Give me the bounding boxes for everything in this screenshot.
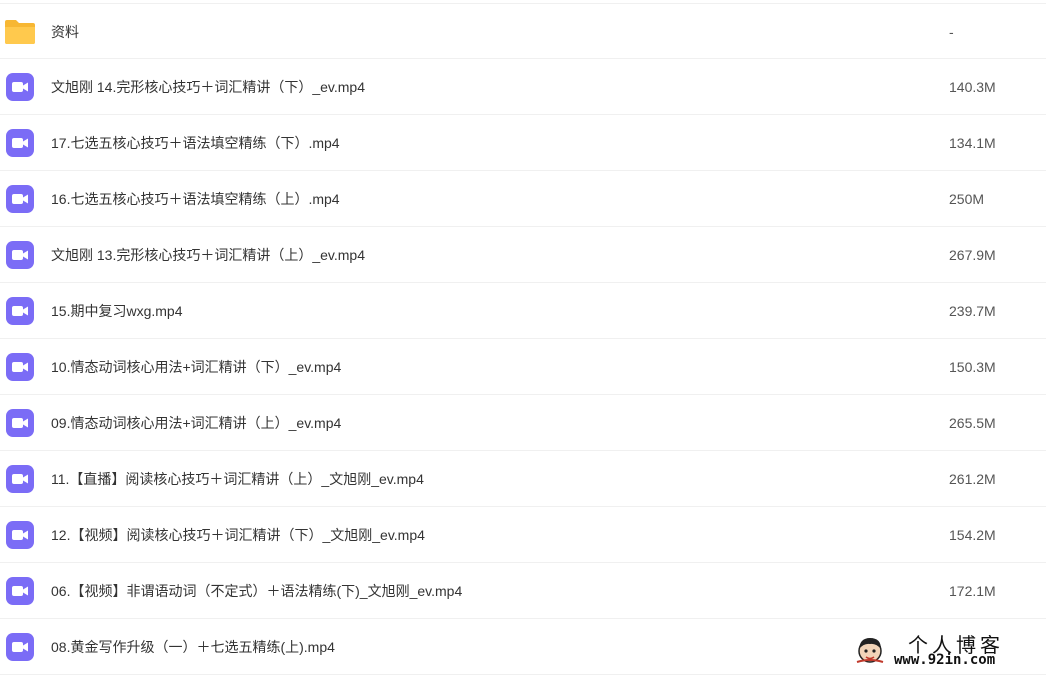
list-item[interactable]: 资料 - — [0, 3, 1046, 59]
file-name: 17.七选五核心技巧＋语法填空精练（下）.mp4 — [51, 135, 340, 151]
list-item[interactable]: 16.七选五核心技巧＋语法填空精练（上）.mp4 250M — [0, 171, 1046, 227]
file-name: 11.【直播】阅读核心技巧＋词汇精讲（上）_文旭刚_ev.mp4 — [51, 471, 424, 487]
file-name: 08.黄金写作升级（一）＋七选五精练(上).mp4 — [51, 639, 335, 655]
file-size: 261.2M — [949, 471, 996, 487]
list-item[interactable]: 17.七选五核心技巧＋语法填空精练（下）.mp4 134.1M — [0, 115, 1046, 171]
list-item[interactable]: 12.【视频】阅读核心技巧＋词汇精讲（下）_文旭刚_ev.mp4 154.2M — [0, 507, 1046, 563]
list-item[interactable]: 11.【直播】阅读核心技巧＋词汇精讲（上）_文旭刚_ev.mp4 261.2M — [0, 451, 1046, 507]
video-icon — [6, 465, 34, 493]
list-item[interactable]: 10.情态动词核心用法+词汇精讲（下）_ev.mp4 150.3M — [0, 339, 1046, 395]
list-item[interactable]: 文旭刚 13.完形核心技巧＋词汇精讲（上）_ev.mp4 267.9M — [0, 227, 1046, 283]
file-name: 文旭刚 14.完形核心技巧＋词汇精讲（下）_ev.mp4 — [51, 79, 366, 95]
file-size: 250M — [949, 191, 985, 207]
list-item[interactable]: 15.期中复习wxg.mp4 239.7M — [0, 283, 1046, 339]
video-icon — [6, 129, 34, 157]
list-item[interactable]: 06.【视频】非谓语动词（不定式）＋语法精练(下)_文旭刚_ev.mp4 172… — [0, 563, 1046, 619]
folder-icon — [5, 20, 35, 44]
video-icon — [6, 521, 34, 549]
file-size: 265.5M — [949, 415, 996, 431]
video-icon — [6, 577, 34, 605]
file-name: 15.期中复习wxg.mp4 — [51, 303, 183, 319]
file-name: 12.【视频】阅读核心技巧＋词汇精讲（下）_文旭刚_ev.mp4 — [51, 527, 425, 543]
video-icon — [6, 409, 34, 437]
file-list: 资料 - 文旭刚 14.完形核心技巧＋词汇精讲（下）_ev.mp4 140.3M… — [0, 3, 1046, 675]
watermark-url: www.92in.com — [894, 652, 996, 668]
video-icon — [6, 633, 34, 661]
video-icon — [6, 353, 34, 381]
video-icon — [6, 185, 34, 213]
file-name: 06.【视频】非谓语动词（不定式）＋语法精练(下)_文旭刚_ev.mp4 — [51, 583, 463, 599]
file-name: 文旭刚 13.完形核心技巧＋词汇精讲（上）_ev.mp4 — [51, 247, 366, 263]
file-size: 134.1M — [949, 135, 996, 151]
file-name: 09.情态动词核心用法+词汇精讲（上）_ev.mp4 — [51, 415, 342, 431]
avatar-icon — [856, 638, 884, 663]
file-name: 16.七选五核心技巧＋语法填空精练（上）.mp4 — [51, 191, 340, 207]
video-icon — [6, 73, 34, 101]
blog-watermark: 个人博客 www.92in.com — [848, 628, 1046, 672]
file-size: - — [949, 24, 954, 40]
file-size: 150.3M — [949, 359, 996, 375]
list-item[interactable]: 09.情态动词核心用法+词汇精讲（上）_ev.mp4 265.5M — [0, 395, 1046, 451]
file-name: 10.情态动词核心用法+词汇精讲（下）_ev.mp4 — [51, 359, 342, 375]
file-size: 172.1M — [949, 583, 996, 599]
video-icon — [6, 241, 34, 269]
list-item[interactable]: 文旭刚 14.完形核心技巧＋词汇精讲（下）_ev.mp4 140.3M — [0, 59, 1046, 115]
video-icon — [6, 297, 34, 325]
file-size: 154.2M — [949, 527, 996, 543]
file-size: 239.7M — [949, 303, 996, 319]
file-name: 资料 — [51, 24, 79, 40]
file-size: 140.3M — [949, 79, 996, 95]
file-size: 267.9M — [949, 247, 996, 263]
